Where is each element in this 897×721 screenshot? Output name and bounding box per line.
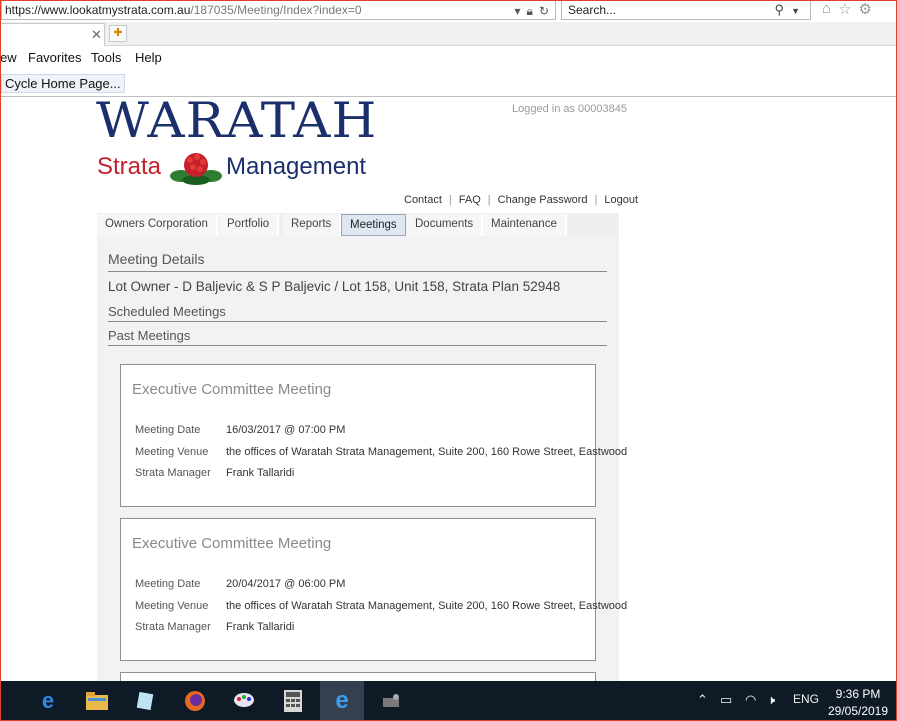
tab-owners-corporation[interactable]: Owners Corporation [97,214,218,236]
home-icon[interactable]: ⌂ [822,0,831,18]
search-icon[interactable]: ⚲ [774,1,784,19]
clock-time: 9:36 PM [835,687,881,701]
edge-icon[interactable]: e [35,688,61,714]
favorite-link[interactable]: Cycle Home Page... [1,74,125,93]
star-icon[interactable]: ☆ [838,0,851,18]
wifi-icon[interactable]: ◠ [745,692,756,708]
volume-muted-icon[interactable]: 🕨︎ [767,692,775,708]
link-separator: | [448,194,452,206]
firefox-icon[interactable] [182,688,208,714]
meeting-date-value: 20/04/2017 @ 06:00 PM [226,578,346,590]
tab-portfolio[interactable]: Portfolio [219,214,280,236]
logo-management: Management [226,153,367,180]
menu-tools[interactable]: Tools [91,50,121,65]
meeting-card: Executive Committee Meeting Meeting Date… [120,364,627,507]
link-separator: | [487,194,491,206]
notepad-icon[interactable] [132,688,158,714]
strata-manager-label: Strata Manager [135,467,211,479]
meeting-card-partial [120,672,596,681]
header-links: Contact | FAQ | Change Password | Logout [404,194,638,206]
page-viewport: WARATAH Strata Management Logged in as 0… [0,98,897,681]
page-title: Meeting Details [108,251,205,267]
favorites-bar: Cycle Home Page... [0,70,897,97]
address-bar-row: https://www.lookatmystrata.com.au/187035… [0,0,897,21]
close-icon[interactable]: ✕ [91,27,102,43]
strata-manager-label: Strata Manager [135,621,211,633]
divider [108,345,607,346]
browser-tab-row: ✕ ✚ [0,22,897,46]
chevron-down-icon[interactable]: ▼ [791,2,800,20]
paint-icon[interactable] [231,688,257,714]
content-panel: Meeting Details Lot Owner - D Baljevic &… [97,236,627,681]
strata-manager-value: Frank Tallaridi [226,467,295,479]
menu-favorites[interactable]: Favorites [28,50,81,65]
logged-in-text: Logged in as 00003845 [512,103,627,115]
search-placeholder: Search... [568,3,617,17]
link-change-password[interactable]: Change Password [498,194,588,206]
menu-help[interactable]: Help [135,50,162,65]
logo-strata: Strata [97,153,162,180]
meeting-venue-value: the offices of Waratah Strata Management… [226,446,628,458]
link-logout[interactable]: Logout [604,194,638,206]
past-meetings-heading[interactable]: Past Meetings [108,328,190,343]
search-input[interactable]: Search... ⚲ ▼ [561,0,811,20]
meeting-venue-label: Meeting Venue [135,600,209,612]
meeting-date-label: Meeting Date [135,424,201,436]
scheduled-meetings-heading[interactable]: Scheduled Meetings [108,304,226,319]
meeting-venue-label: Meeting Venue [135,446,209,458]
meeting-date-value: 16/03/2017 @ 07:00 PM [226,424,346,436]
tab-meetings[interactable]: Meetings [341,214,406,236]
menu-bar: ew Favorites Tools Help [0,47,897,69]
link-faq[interactable]: FAQ [459,194,481,206]
divider [108,321,607,322]
url-path: /187035/Meeting/Index?index=0 [190,3,362,17]
tab-documents[interactable]: Documents [407,214,484,236]
language-indicator[interactable]: ENG [793,692,819,706]
waratah-flower-icon [170,153,222,185]
dropdown-icon[interactable]: ▾ [515,2,521,19]
owner-details: Lot Owner - D Baljevic & S P Baljevic / … [108,279,561,294]
meeting-title: Executive Committee Meeting [132,535,332,552]
link-contact[interactable]: Contact [404,194,442,206]
strata-manager-value: Frank Tallaridi [226,621,295,633]
refresh-icon[interactable]: ↻ [539,2,549,19]
gear-icon[interactable]: ⚙ [859,0,872,18]
address-field[interactable]: https://www.lookatmystrata.com.au/187035… [1,0,556,20]
menu-view[interactable]: ew [0,50,17,65]
file-explorer-icon[interactable] [84,688,110,714]
logo-waratah: WARATAH [96,98,378,149]
link-separator: | [594,194,598,206]
new-tab-icon[interactable]: ✚ [109,25,127,42]
divider [108,271,607,272]
app-icon[interactable] [379,688,405,714]
internet-explorer-icon[interactable]: e [329,687,355,714]
chevron-up-icon[interactable]: ⌃ [697,692,708,708]
taskbar: e e ⌃ ▭ ◠ 🕨︎ ENG 9:36 PM 29/05/2019 [0,681,897,721]
url-host: https://www.lookatmystrata.com.au [5,3,191,17]
battery-icon[interactable]: ▭ [720,692,732,708]
clock[interactable]: 9:36 PM 29/05/2019 [826,686,890,720]
tab-reports[interactable]: Reports [283,214,342,236]
meeting-venue-value: the offices of Waratah Strata Management… [226,600,628,612]
meeting-card: Executive Committee Meeting Meeting Date… [120,518,627,661]
lock-icon[interactable]: 🔒︎ [527,2,533,19]
browser-tab[interactable]: ✕ [0,23,105,46]
meeting-title: Executive Committee Meeting [132,381,332,398]
calculator-icon[interactable] [280,688,306,714]
meeting-date-label: Meeting Date [135,578,201,590]
main-nav: Owners Corporation Portfolio Reports Mee… [97,213,619,236]
tab-maintenance[interactable]: Maintenance [483,214,567,236]
clock-date: 29/05/2019 [827,704,889,718]
